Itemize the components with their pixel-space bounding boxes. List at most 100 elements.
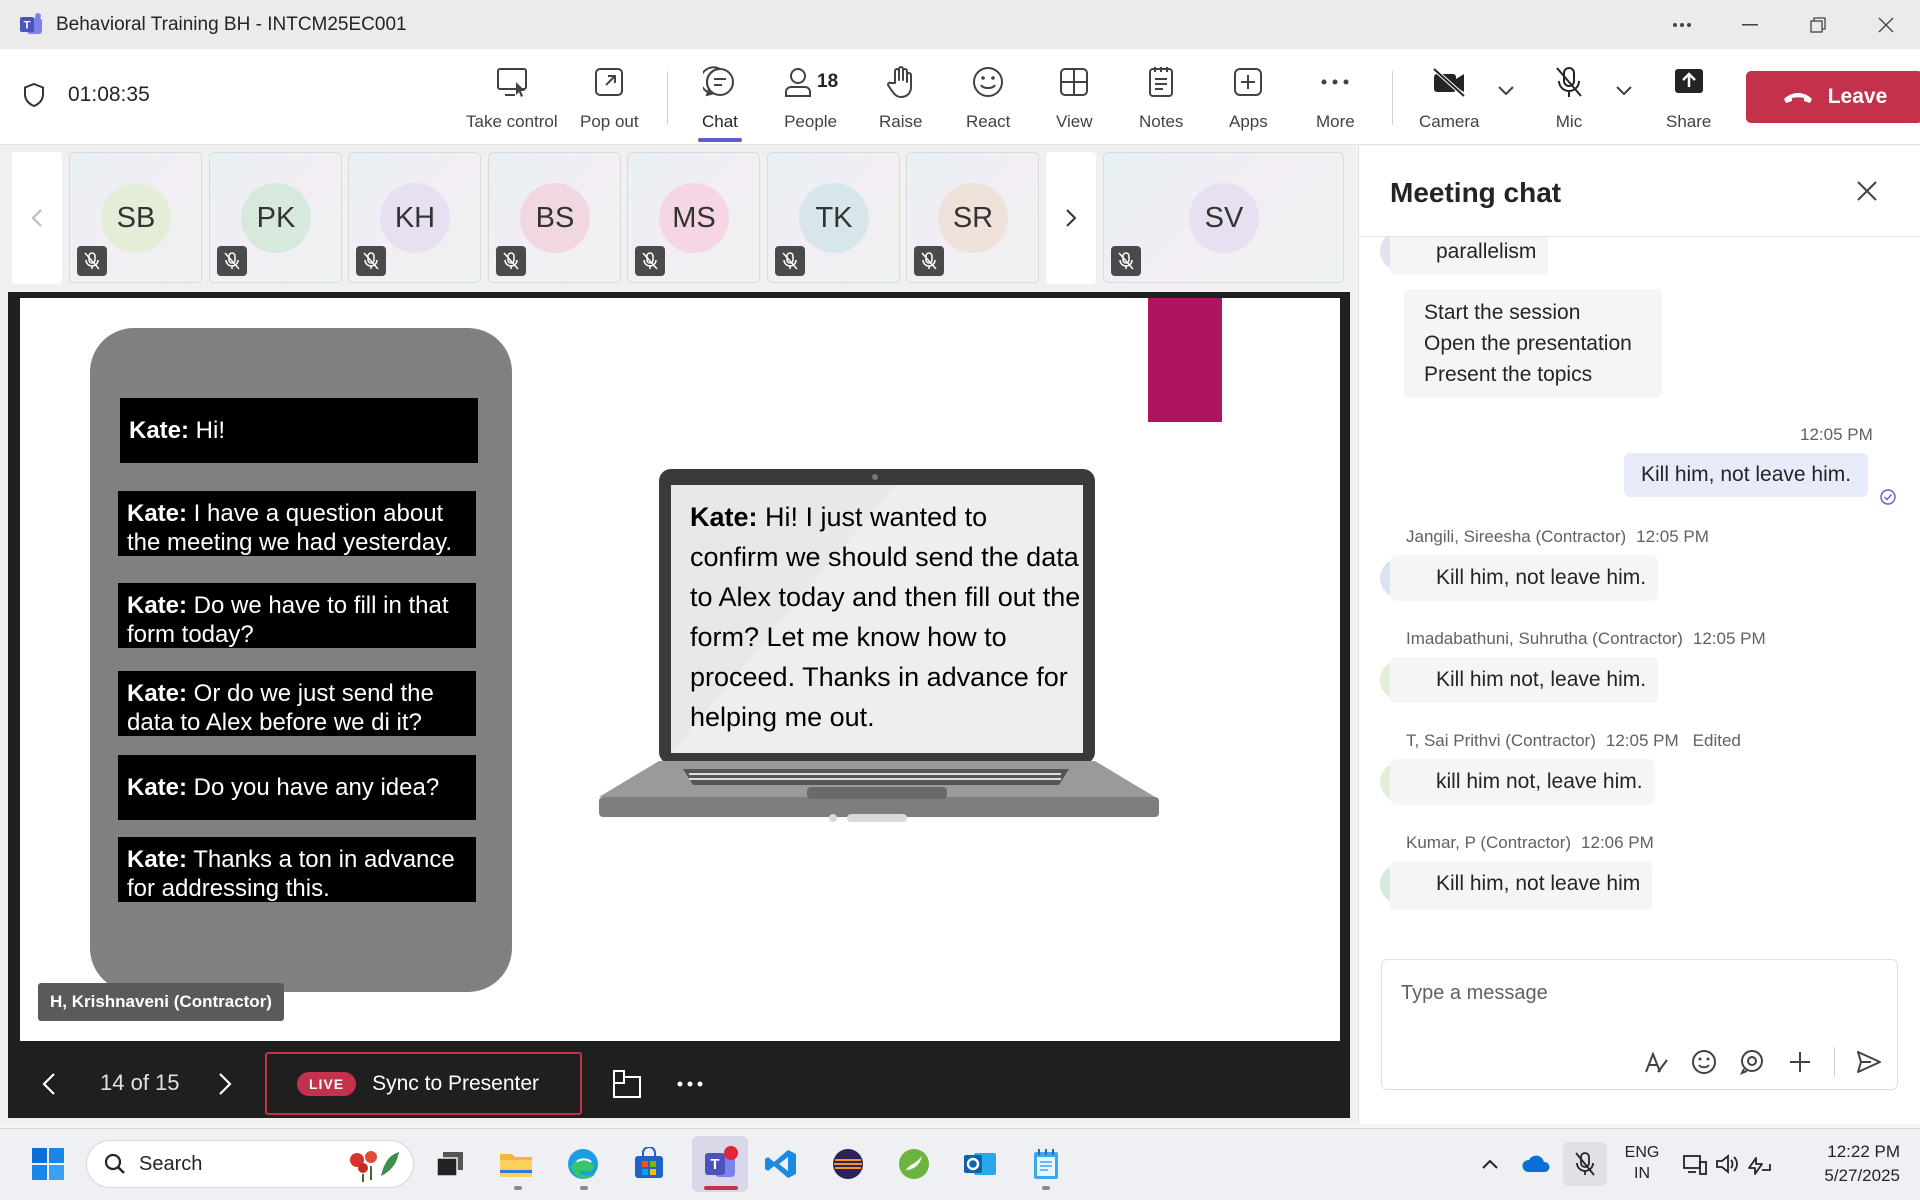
notes-button[interactable]: Notes <box>1139 62 1183 138</box>
camera-label: Camera <box>1419 112 1480 131</box>
mic-off-icon <box>1553 62 1585 102</box>
region-code: IN <box>1634 1165 1650 1182</box>
grid-view-icon <box>1058 62 1090 102</box>
notepad-icon[interactable] <box>1024 1142 1068 1186</box>
microsoft-store-icon[interactable] <box>627 1142 671 1186</box>
slide-layout-icon[interactable] <box>612 1069 642 1099</box>
battery-charging-icon[interactable] <box>1744 1142 1774 1186</box>
volume-icon[interactable] <box>1712 1142 1742 1186</box>
vscode-icon[interactable] <box>759 1142 803 1186</box>
spring-tools-icon[interactable] <box>892 1142 936 1186</box>
show-hidden-icons-chevron-icon[interactable] <box>1468 1142 1512 1186</box>
participant-tile[interactable]: KH <box>348 152 481 283</box>
react-button[interactable]: React <box>966 62 1010 138</box>
eclipse-icon[interactable] <box>826 1142 870 1186</box>
chat-message[interactable]: kill him not, leave him. <box>1390 759 1655 805</box>
participant-tile[interactable]: TK <box>767 152 900 283</box>
windows-start-icon[interactable] <box>26 1142 70 1186</box>
language-code: ENG <box>1624 1144 1660 1161</box>
share-button[interactable]: Share <box>1666 62 1711 138</box>
chat-message[interactable]: parallelism <box>1390 237 1549 275</box>
share-screen-icon <box>1673 62 1705 102</box>
chat-message-text: kill him not, leave him. <box>1436 770 1643 793</box>
more-button[interactable]: More <box>1316 62 1355 138</box>
slide-page-indicator: 14 of 15 <box>100 1070 180 1095</box>
avatar: BS <box>520 183 590 253</box>
network-icon[interactable] <box>1680 1142 1710 1186</box>
pop-out-button[interactable]: Pop out <box>580 62 639 138</box>
strip-next-button[interactable] <box>1046 152 1096 284</box>
outlook-icon[interactable] <box>958 1142 1002 1186</box>
participant-tile[interactable]: PK <box>209 152 342 283</box>
add-attachment-icon[interactable] <box>1786 1048 1814 1076</box>
people-label: People <box>784 112 838 131</box>
message-speaker: Kate: <box>129 417 190 444</box>
self-chat-message[interactable]: Kill him, not leave him. <box>1624 453 1869 497</box>
chat-message-text: Kill him, not leave him <box>1436 872 1641 895</box>
muted-mic-icon <box>77 246 107 276</box>
window-title: Behavioral Training BH - INTCM25EC001 <box>56 13 407 35</box>
camera-options-chevron-icon[interactable] <box>1498 86 1514 96</box>
taskbar-search[interactable]: Search <box>86 1140 414 1188</box>
chat-message[interactable]: Start the session Open the presentation … <box>1404 289 1662 398</box>
sync-to-presenter-button[interactable]: LIVE Sync to Presenter <box>265 1052 582 1115</box>
avatar: SR <box>938 183 1008 253</box>
strip-prev-button[interactable] <box>12 152 62 284</box>
next-slide-chevron-icon[interactable] <box>218 1072 232 1096</box>
phone-message: Kate: Hi! <box>120 398 478 463</box>
prev-slide-chevron-icon[interactable] <box>42 1072 56 1096</box>
toolbar-divider <box>667 71 668 125</box>
meeting-toolbar <box>0 49 1920 145</box>
mic-options-chevron-icon[interactable] <box>1616 86 1632 96</box>
tab-chat[interactable]: Chat <box>698 62 742 142</box>
more-options-icon[interactable] <box>1648 0 1716 49</box>
message-sender-meta: Jangili, Sireesha (Contractor) 12:05 PM <box>1406 527 1709 547</box>
participant-tile[interactable]: SB <box>69 152 202 283</box>
message-time: 12:05 PM <box>1636 527 1709 546</box>
leave-button[interactable]: Leave <box>1746 71 1920 123</box>
apps-button[interactable]: Apps <box>1229 62 1268 138</box>
teams-taskbar-icon[interactable]: T <box>692 1136 748 1192</box>
svg-text:T: T <box>710 1156 719 1173</box>
chat-message-list[interactable]: KH parallelism Start the session Open th… <box>1358 237 1920 910</box>
take-control-button[interactable]: Take control <box>466 62 558 138</box>
minimize-button[interactable] <box>1716 0 1784 49</box>
chat-message[interactable]: Kill him, not leave him. <box>1390 555 1659 601</box>
file-explorer-icon[interactable] <box>494 1142 538 1186</box>
mic-muted-tray-icon[interactable] <box>1563 1142 1607 1186</box>
compose-placeholder[interactable]: Type a message <box>1401 982 1548 1005</box>
task-view-icon[interactable] <box>428 1142 472 1186</box>
participant-tile[interactable]: MS <box>627 152 760 283</box>
tab-people[interactable]: 18 People <box>783 62 838 138</box>
close-window-button[interactable] <box>1852 0 1920 49</box>
language-indicator[interactable]: ENG IN <box>1620 1142 1664 1184</box>
chat-message[interactable]: Kill him, not leave him <box>1390 861 1653 910</box>
format-text-icon[interactable] <box>1642 1048 1670 1076</box>
add-apps-icon <box>1232 62 1264 102</box>
edge-browser-icon[interactable] <box>561 1142 605 1186</box>
message-compose-box[interactable]: Type a message <box>1381 959 1898 1090</box>
onedrive-icon[interactable] <box>1514 1142 1558 1186</box>
restore-button[interactable] <box>1784 0 1852 49</box>
phone-message: Kate: Do you have any idea? <box>118 755 476 820</box>
loop-component-icon[interactable] <box>1738 1048 1766 1076</box>
emoji-icon[interactable] <box>1690 1048 1718 1076</box>
chat-message-text: Kill him, not leave him. <box>1641 463 1852 486</box>
chat-message[interactable]: Kill him not, leave him. <box>1390 657 1659 703</box>
view-button[interactable]: View <box>1056 62 1093 138</box>
raise-hand-button[interactable]: Raise <box>879 62 922 138</box>
mic-button[interactable]: Mic <box>1553 62 1585 138</box>
participant-tile[interactable]: SR <box>906 152 1039 283</box>
close-chat-icon[interactable] <box>1856 180 1878 202</box>
search-highlight-icon <box>343 1146 403 1182</box>
camera-button[interactable]: Camera <box>1419 62 1479 138</box>
participant-tile[interactable]: SV <box>1103 152 1344 283</box>
presentation-more-icon[interactable] <box>676 1080 704 1088</box>
message-text: Hi! <box>189 417 226 444</box>
participant-tile[interactable]: BS <box>488 152 621 283</box>
message-speaker: Kate: <box>127 774 188 801</box>
send-icon[interactable] <box>1855 1048 1883 1076</box>
system-clock[interactable]: 12:22 PM 5/27/2025 <box>1800 1140 1900 1188</box>
people-count: 18 <box>817 71 839 92</box>
presenter-name-tag: H, Krishnaveni (Contractor) <box>38 983 284 1021</box>
